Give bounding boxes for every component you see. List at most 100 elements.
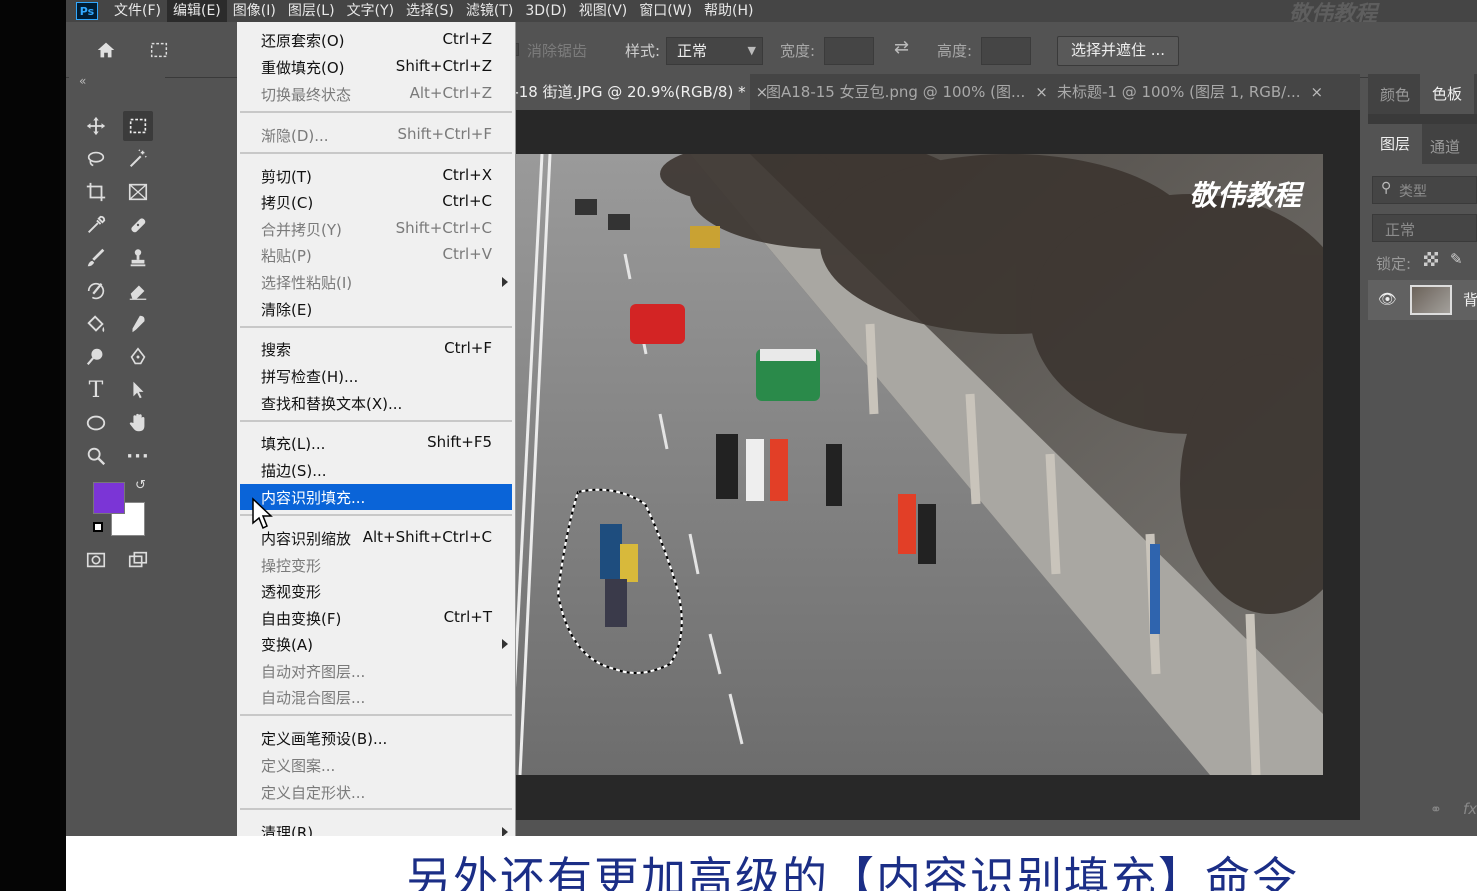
marquee-options-icon[interactable] xyxy=(144,35,174,65)
menu-item-label: 切换最终状态 xyxy=(261,86,352,104)
menu-item-check-spelling[interactable]: 拼写检查(H)... xyxy=(240,363,512,389)
height-input[interactable] xyxy=(981,37,1031,65)
menu-separator xyxy=(240,111,512,113)
menu-item-content-aware-scale[interactable]: 内容识别缩放 Alt+Shift+Ctrl+C xyxy=(240,525,512,551)
menu-3d[interactable]: 3D(D) xyxy=(519,0,572,22)
brush-tool-icon[interactable] xyxy=(81,243,111,273)
layer-row[interactable]: 👁 背 xyxy=(1368,280,1477,320)
menu-item-label: 描边(S)... xyxy=(261,462,327,480)
menu-item-purge[interactable]: 清理(R) xyxy=(240,819,512,836)
link-icon[interactable]: ⚭ xyxy=(1430,802,1442,818)
rect-marquee-tool-icon[interactable] xyxy=(123,111,153,141)
history-brush-tool-icon[interactable] xyxy=(81,276,111,306)
menu-item-redo-fill[interactable]: 重做填充(O) Shift+Ctrl+Z xyxy=(240,54,512,80)
menu-item-label: 操控变形 xyxy=(261,557,322,575)
menu-select[interactable]: 选择(S) xyxy=(400,0,460,22)
menu-view[interactable]: 视图(V) xyxy=(573,0,634,22)
menu-item-find-replace-text[interactable]: 查找和替换文本(X)... xyxy=(240,390,512,416)
photo-watermark: 敬伟教程 xyxy=(1188,179,1301,212)
home-icon[interactable] xyxy=(91,35,121,65)
menu-item-fill[interactable]: 填充(L)... Shift+F5 xyxy=(240,430,512,456)
menu-layer[interactable]: 图层(L) xyxy=(282,0,341,22)
lock-transparent-icon[interactable] xyxy=(1424,252,1438,266)
hand-tool-icon[interactable] xyxy=(123,408,153,438)
eraser-tool-icon[interactable] xyxy=(123,276,153,306)
default-colors-icon[interactable] xyxy=(93,522,103,532)
move-tool-icon[interactable] xyxy=(81,111,111,141)
collapse-icon[interactable]: « xyxy=(79,74,86,88)
menu-item-toggle-last-state[interactable]: 切换最终状态 Alt+Ctrl+Z xyxy=(240,81,512,107)
swap-colors-icon[interactable]: ↺ xyxy=(135,478,146,493)
smudge-tool-icon[interactable] xyxy=(123,309,153,339)
search-placeholder: 类型 xyxy=(1399,184,1427,200)
menu-item-define-custom-shape[interactable]: 定义自定形状... xyxy=(240,779,512,805)
pen-tool-icon[interactable] xyxy=(123,342,153,372)
tab-woman-png[interactable]: 图A18-15 女豆包.png @ 100% (图... × xyxy=(747,74,1048,110)
menu-item-cut[interactable]: 剪切(T) Ctrl+X xyxy=(240,163,512,189)
menu-item-auto-blend-layers[interactable]: 自动混合图层... xyxy=(240,684,512,710)
blend-mode-select[interactable]: 正常 xyxy=(1372,214,1477,242)
menu-item-copy[interactable]: 拷贝(C) Ctrl+C xyxy=(240,189,512,215)
menu-item-paste-special[interactable]: 选择性粘贴(I) xyxy=(240,269,512,295)
menu-item-paste[interactable]: 粘贴(P) Ctrl+V xyxy=(240,242,512,268)
layer-filter-search[interactable]: ⚲ 类型 xyxy=(1372,176,1477,204)
close-icon[interactable]: × xyxy=(1311,83,1324,101)
menu-item-define-brush-preset[interactable]: 定义画笔预设(B)... xyxy=(240,725,512,751)
foreground-color-fill[interactable] xyxy=(93,482,125,514)
menu-item-fade[interactable]: 渐隐(D)... Shift+Ctrl+F xyxy=(240,122,512,148)
menu-item-shortcut: Ctrl+X xyxy=(442,166,492,184)
menu-item-shortcut: Alt+Ctrl+Z xyxy=(409,84,492,102)
quick-mask-icon[interactable] xyxy=(81,545,111,575)
lasso-tool-icon[interactable] xyxy=(81,144,111,174)
menu-item-puppet-warp[interactable]: 操控变形 xyxy=(240,552,512,578)
menu-filter[interactable]: 滤镜(T) xyxy=(460,0,519,22)
menu-item-stroke[interactable]: 描边(S)... xyxy=(240,457,512,483)
style-select[interactable]: 正常 ▼ xyxy=(666,37,763,65)
menu-item-free-transform[interactable]: 自由变换(F) Ctrl+T xyxy=(240,605,512,631)
screen-mode-icon[interactable] xyxy=(123,545,153,575)
eye-icon[interactable]: 👁 xyxy=(1378,290,1397,308)
frame-tool-icon[interactable] xyxy=(123,177,153,207)
menu-item-clear[interactable]: 清除(E) xyxy=(240,296,512,322)
menu-item-undo-lasso[interactable]: 还原套索(O) Ctrl+Z xyxy=(240,27,512,53)
menu-help[interactable]: 帮助(H) xyxy=(698,0,759,22)
swap-icon[interactable]: ⇄ xyxy=(894,37,909,58)
menu-file[interactable]: 文件(F) xyxy=(108,0,167,22)
menu-item-shortcut: Ctrl+T xyxy=(443,608,492,626)
menu-item-perspective-warp[interactable]: 透视变形 xyxy=(240,578,512,604)
tab-swatches[interactable]: 色板 xyxy=(1420,74,1475,114)
clone-stamp-tool-icon[interactable] xyxy=(123,243,153,273)
eyedropper-tool-icon[interactable] xyxy=(81,210,111,240)
menu-item-search[interactable]: 搜索 Ctrl+F xyxy=(240,336,512,362)
tab-untitled[interactable]: 未标题-1 @ 100% (图层 1, RGB/... × xyxy=(1038,74,1360,110)
tab-layers[interactable]: 图层 xyxy=(1368,124,1423,164)
menu-item-copy-merged[interactable]: 合并拷贝(Y) Shift+Ctrl+C xyxy=(240,216,512,242)
menu-type[interactable]: 文字(Y) xyxy=(341,0,400,22)
healing-brush-tool-icon[interactable] xyxy=(123,210,153,240)
street-photo[interactable]: 敬伟教程 xyxy=(450,154,1323,775)
lock-brush-icon[interactable]: ✎ xyxy=(1450,250,1463,268)
canvas-area[interactable]: 敬伟教程 xyxy=(450,110,1360,820)
tab-channels[interactable]: 通道 xyxy=(1430,136,1460,157)
dodge-tool-icon[interactable] xyxy=(81,342,111,372)
menu-item-content-aware-fill[interactable]: 内容识别填充... xyxy=(240,484,512,510)
magic-wand-tool-icon[interactable] xyxy=(123,144,153,174)
tab-color[interactable]: 颜色 xyxy=(1380,84,1410,105)
crop-tool-icon[interactable] xyxy=(81,177,111,207)
tab-label: 未标题-1 @ 100% (图层 1, RGB/... xyxy=(1057,83,1301,101)
ellipse-tool-icon[interactable] xyxy=(81,408,111,438)
menu-item-auto-align-layers[interactable]: 自动对齐图层... xyxy=(240,658,512,684)
menu-image[interactable]: 图像(I) xyxy=(227,0,282,22)
zoom-tool-icon[interactable] xyxy=(81,441,111,471)
fx-icon[interactable]: fx xyxy=(1463,800,1477,818)
type-tool-icon[interactable]: T xyxy=(81,375,111,405)
menu-edit[interactable]: 编辑(E) xyxy=(166,0,227,22)
path-selection-tool-icon[interactable] xyxy=(123,375,153,405)
more-tools-icon[interactable]: ··· xyxy=(123,441,153,471)
paint-bucket-tool-icon[interactable] xyxy=(81,309,111,339)
menu-item-define-pattern[interactable]: 定义图案... xyxy=(240,752,512,778)
menu-window[interactable]: 窗口(W) xyxy=(633,0,698,22)
width-input[interactable] xyxy=(824,37,874,65)
select-and-mask-button[interactable]: 选择并遮住 ... xyxy=(1057,36,1179,66)
menu-item-transform[interactable]: 变换(A) xyxy=(240,631,512,657)
